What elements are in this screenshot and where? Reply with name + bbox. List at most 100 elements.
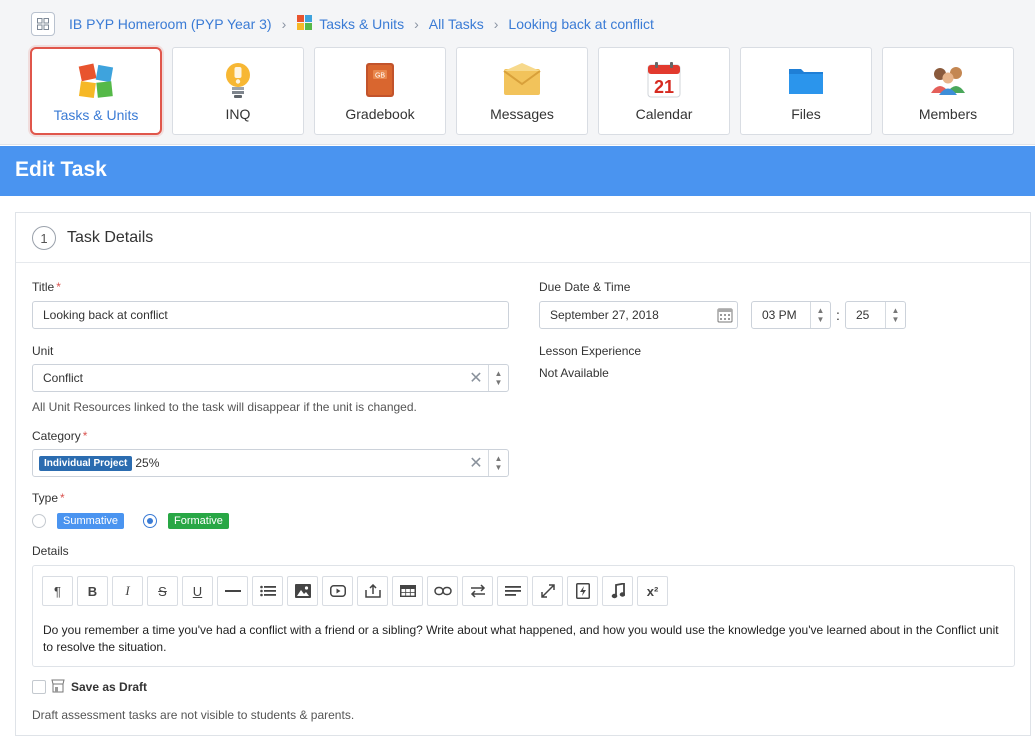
horizontal-rule-icon[interactable] — [217, 576, 248, 606]
bold-icon[interactable]: B — [77, 576, 108, 606]
fullscreen-icon[interactable] — [532, 576, 563, 606]
superscript-icon[interactable]: x² — [637, 576, 668, 606]
due-minute-value: 25 — [856, 308, 870, 322]
music-icon[interactable] — [602, 576, 633, 606]
members-icon — [928, 60, 968, 100]
title-input[interactable]: Looking back at conflict — [32, 301, 509, 329]
due-date-label: Due Date & Time — [539, 280, 631, 294]
unit-select-controls: ✕ ▲ ▼ — [464, 365, 508, 391]
clear-icon[interactable]: ✕ — [464, 368, 488, 388]
puzzle-icon — [296, 14, 313, 34]
due-date-value: September 27, 2018 — [550, 308, 659, 322]
required-marker: * — [82, 429, 88, 443]
title-label: Title * — [32, 280, 61, 294]
due-minute-stepper[interactable]: 25 ▲ ▼ — [845, 301, 906, 329]
required-marker: * — [60, 491, 65, 505]
category-badge: Individual Project — [39, 455, 133, 471]
underline-icon[interactable]: U — [182, 576, 213, 606]
breadcrumb-list-link[interactable]: All Tasks — [429, 16, 484, 32]
hour-stepper-arrows-icon[interactable]: ▲ ▼ — [810, 302, 830, 328]
breadcrumb-section-link[interactable]: Tasks & Units — [319, 16, 404, 32]
minute-stepper-arrows-icon[interactable]: ▲ ▼ — [885, 302, 905, 328]
lightning-icon[interactable] — [567, 576, 598, 606]
section-title: Task Details — [67, 229, 154, 246]
link-icon[interactable] — [427, 576, 458, 606]
app-tiles: Tasks & Units INQ GB Gradebook Messages … — [30, 47, 1024, 135]
page-header-bar: Edit Task — [0, 146, 1035, 196]
unit-label: Unit — [32, 344, 54, 358]
top-header: IB PYP Homeroom (PYP Year 3) › Tasks & U… — [0, 0, 1035, 145]
breadcrumb-current[interactable]: Looking back at conflict — [508, 16, 654, 32]
step-number: 1 — [32, 226, 56, 250]
details-text[interactable]: Do you remember a time you've had a conf… — [43, 622, 1003, 656]
panel-header: 1 Task Details — [16, 213, 1030, 263]
unit-select[interactable]: Conflict ✕ ▲ ▼ — [32, 364, 509, 392]
puzzle-icon — [76, 61, 116, 101]
tile-tasks-units[interactable]: Tasks & Units — [30, 47, 162, 135]
draft-store-icon — [51, 679, 65, 693]
video-icon[interactable] — [322, 576, 353, 606]
tile-label: Tasks & Units — [53, 107, 139, 123]
breadcrumb-separator-icon: › — [414, 16, 419, 32]
tile-files[interactable]: Files — [740, 47, 872, 135]
paragraph-icon[interactable]: ¶ — [42, 576, 73, 606]
list-icon[interactable] — [252, 576, 283, 606]
page-title: Edit Task — [15, 158, 107, 181]
tile-label: Gradebook — [345, 106, 415, 122]
time-separator: : — [836, 307, 840, 323]
tile-label: Files — [791, 106, 821, 122]
calendar-icon: 21 — [644, 60, 684, 100]
breadcrumb: IB PYP Homeroom (PYP Year 3) › Tasks & U… — [31, 11, 654, 37]
tile-label: Members — [918, 106, 978, 122]
tile-calendar[interactable]: 21 Calendar — [598, 47, 730, 135]
breadcrumb-separator-icon: › — [281, 16, 287, 32]
unit-value: Conflict — [43, 371, 84, 385]
unit-help-text: All Unit Resources linked to the task wi… — [32, 400, 417, 414]
details-label: Details — [32, 544, 69, 558]
save-draft-checkbox[interactable] — [32, 680, 46, 694]
gradebook-icon: GB — [360, 60, 400, 100]
summative-badge[interactable]: Summative — [57, 513, 125, 529]
task-details-panel: 1 Task Details Title * Looking back at co… — [15, 212, 1031, 736]
swap-icon[interactable] — [462, 576, 493, 606]
breadcrumb-course-link[interactable]: IB PYP Homeroom (PYP Year 3) — [69, 16, 272, 32]
apps-grid-icon[interactable] — [31, 12, 55, 36]
due-hour-value: 03 PM — [762, 308, 797, 322]
category-select-controls: ✕ ▲ ▼ — [464, 450, 508, 476]
strikethrough-icon[interactable]: S — [147, 576, 178, 606]
chevron-updown-icon[interactable]: ▲ ▼ — [488, 365, 508, 391]
folder-icon — [786, 60, 826, 100]
tile-label: Messages — [490, 106, 554, 122]
lesson-experience-label: Lesson Experience — [539, 344, 642, 358]
italic-icon[interactable]: I — [112, 576, 143, 606]
tile-gradebook[interactable]: GB Gradebook — [314, 47, 446, 135]
category-select[interactable]: Individual Project 25% ✕ ▲ ▼ — [32, 449, 509, 477]
table-icon[interactable] — [392, 576, 423, 606]
tile-messages[interactable]: Messages — [456, 47, 588, 135]
due-hour-stepper[interactable]: 03 PM ▲ ▼ — [751, 301, 831, 329]
due-date-input[interactable]: September 27, 2018 — [539, 301, 738, 329]
save-draft-label[interactable]: Save as Draft — [71, 680, 147, 694]
tile-label: INQ — [225, 106, 251, 122]
category-label: Category * — [32, 429, 88, 443]
gradebook-mark: GB — [375, 73, 385, 80]
tile-members[interactable]: Members — [882, 47, 1014, 135]
upload-icon[interactable] — [357, 576, 388, 606]
formative-badge[interactable]: Formative — [168, 513, 229, 529]
breadcrumb-separator-icon: › — [493, 16, 499, 32]
details-editor[interactable]: ¶ B I S U x² Do you remember a time you'… — [32, 565, 1015, 667]
required-marker: * — [56, 280, 61, 294]
summative-radio[interactable] — [32, 514, 46, 528]
tile-label: Calendar — [635, 106, 693, 122]
calendar-picker-icon[interactable] — [717, 307, 733, 326]
formative-radio[interactable] — [143, 514, 157, 528]
tile-inq[interactable]: INQ — [172, 47, 304, 135]
lightbulb-icon — [218, 60, 258, 100]
align-icon[interactable] — [497, 576, 528, 606]
type-label: Type * — [32, 491, 65, 505]
chevron-updown-icon[interactable]: ▲ ▼ — [488, 450, 508, 476]
lesson-experience-value: Not Available — [539, 366, 609, 380]
image-icon[interactable] — [287, 576, 318, 606]
clear-icon[interactable]: ✕ — [464, 453, 488, 473]
category-weight: 25% — [135, 456, 160, 470]
